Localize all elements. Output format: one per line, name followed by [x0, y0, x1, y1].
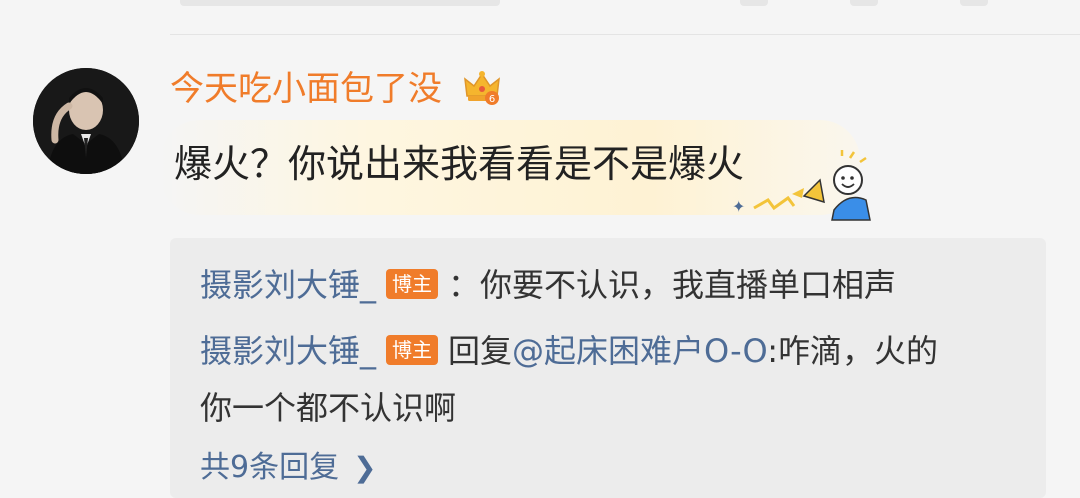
- mention-link[interactable]: @起床困难户O-O: [512, 332, 767, 370]
- cut-off-text: [180, 0, 500, 6]
- reply-item[interactable]: 摄影刘大锤_ 博主 ：你要不认识，我直播单口相声: [200, 263, 896, 307]
- reply-author[interactable]: 摄影刘大锤_: [200, 332, 376, 370]
- reply-text-continued: 你一个都不认识啊: [200, 389, 457, 427]
- reply-separator: ：: [448, 266, 481, 304]
- crown-vip-icon: 6: [462, 68, 502, 108]
- chevron-right-icon: ❯: [353, 451, 377, 484]
- cut-off-icon: [850, 0, 878, 6]
- cut-off-icon: [960, 0, 988, 6]
- more-replies-label: 共9条回复: [200, 450, 340, 485]
- user-avatar[interactable]: [33, 68, 139, 174]
- svg-text:6: 6: [489, 94, 495, 105]
- blogger-badge: 博主: [386, 269, 439, 299]
- divider: [170, 34, 1080, 35]
- comment-username[interactable]: 今天吃小面包了没: [170, 67, 442, 111]
- cut-off-icon: [740, 0, 768, 6]
- reply-text: 你要不认识，我直播单口相声: [480, 266, 897, 304]
- reply-author[interactable]: 摄影刘大锤_: [200, 266, 376, 304]
- top-strip: [0, 0, 1080, 10]
- blogger-badge: 博主: [386, 335, 439, 365]
- reply-item[interactable]: 摄影刘大锤_ 博主 回复@起床困难户O-O:咋滴，火的: [200, 329, 938, 373]
- reply-prefix: 回复: [448, 332, 513, 370]
- more-replies-link[interactable]: 共9条回复 ❯: [200, 446, 377, 490]
- megaphone-sticker: ✦: [730, 150, 880, 225]
- reply-text: :咋滴，火的: [767, 332, 938, 370]
- comment-text: 爆火？你说出来我看看是不是爆火: [174, 142, 745, 186]
- svg-text:✦: ✦: [732, 197, 745, 216]
